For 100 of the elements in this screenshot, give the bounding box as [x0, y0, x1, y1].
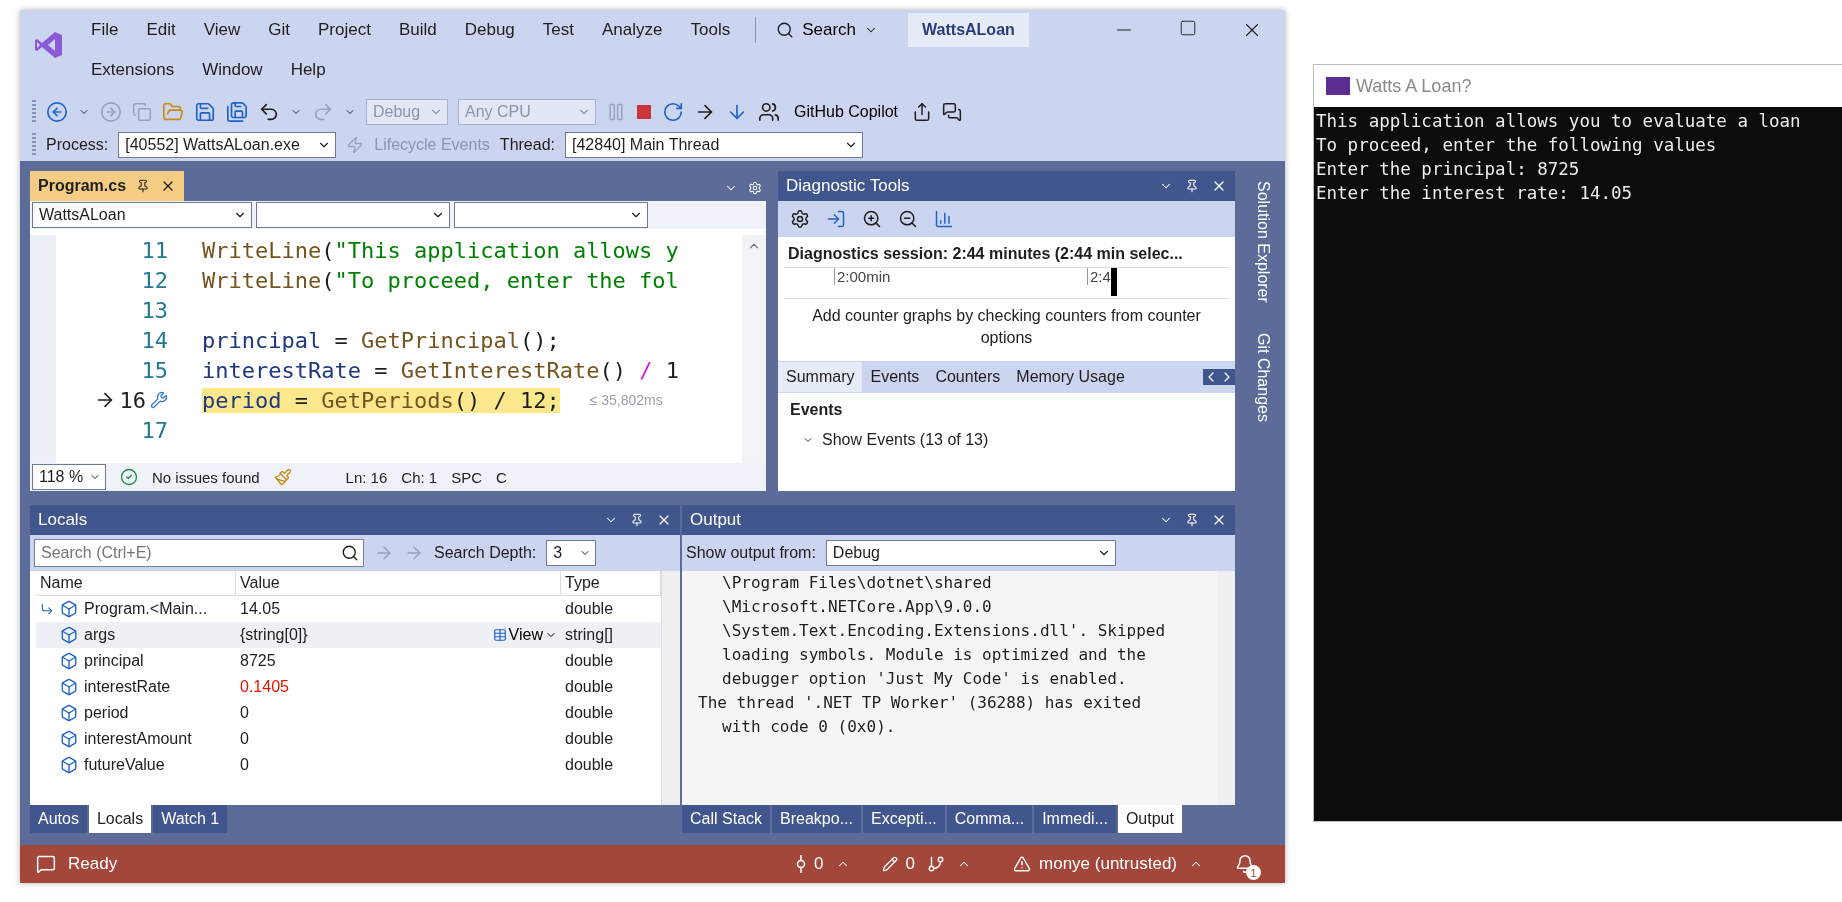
menu-item[interactable]: Test — [529, 16, 587, 44]
code-line: principal = GetPrincipal(); — [202, 327, 560, 353]
field-icon — [60, 600, 78, 618]
tab[interactable]: Counters — [927, 362, 1009, 392]
menu-item[interactable]: File — [78, 16, 132, 44]
view-button[interactable]: View — [492, 626, 557, 644]
pencil-icon — [881, 856, 898, 872]
brush-icon[interactable] — [273, 468, 292, 486]
zoom-dropdown[interactable]: 118 % — [32, 464, 106, 490]
warning-icon — [1013, 855, 1032, 873]
branch-icon[interactable] — [927, 855, 946, 873]
events-heading: Events — [789, 400, 844, 420]
tab[interactable]: Summary — [778, 362, 863, 392]
pane-title: Locals — [38, 510, 88, 530]
tab[interactable]: Call Stack — [682, 805, 771, 833]
stop-icon[interactable] — [636, 103, 652, 120]
line-number: 12 — [141, 267, 168, 293]
save-all-icon[interactable] — [226, 100, 248, 123]
pin-icon[interactable] — [136, 179, 151, 193]
line-indicator: Ln: 16 — [345, 468, 388, 486]
tab[interactable]: Immedi... — [1034, 805, 1116, 833]
menu-item[interactable]: Analyze — [589, 16, 676, 44]
tab[interactable]: Memory Usage — [1008, 362, 1133, 392]
line-number: 15 — [141, 357, 168, 383]
type-cell: string[] — [561, 622, 661, 648]
solution-name: WattsALoan — [908, 13, 1029, 47]
search-field[interactable]: Search (Ctrl+E) — [39, 543, 341, 563]
copilot-button[interactable]: GitHub Copilot — [790, 100, 903, 123]
tab[interactable]: Comma... — [946, 805, 1033, 833]
menu-item[interactable]: Help — [277, 56, 339, 84]
timeline-marker — [1110, 268, 1117, 296]
field-icon — [60, 704, 78, 722]
name-cell[interactable]: args — [36, 622, 236, 648]
scrollbar[interactable] — [742, 235, 766, 463]
message-icon[interactable] — [36, 854, 56, 874]
restart-icon[interactable] — [662, 100, 684, 123]
chart-icon[interactable] — [934, 209, 954, 229]
pin-icon[interactable] — [630, 513, 644, 527]
document-tab[interactable]: Program.cs — [30, 171, 185, 201]
menu-item[interactable]: Debug — [451, 16, 528, 44]
tab[interactable]: Excepti... — [862, 805, 945, 833]
feedback-icon[interactable] — [942, 101, 963, 122]
changes-indicator[interactable]: 0 — [881, 854, 916, 874]
column-indicator: Ch: 1 — [401, 468, 438, 486]
app-logo-icon — [34, 30, 64, 60]
code-line: WriteLine("To proceed, enter the fol — [202, 267, 679, 293]
commit-icon — [796, 855, 807, 873]
menu-item[interactable]: Extensions — [78, 56, 188, 84]
field-icon — [60, 626, 78, 644]
output-source-dropdown[interactable]: Debug — [825, 540, 1116, 566]
commits-indicator[interactable]: 0 — [796, 854, 824, 874]
search-icon — [776, 21, 795, 39]
menu-item[interactable]: Edit — [133, 16, 189, 44]
side-tab[interactable]: Git Changes — [1254, 332, 1272, 422]
show-events-link[interactable]: Show Events (13 of 13) — [778, 427, 1235, 453]
thread-dropdown[interactable]: [42840] Main Thread — [565, 131, 863, 158]
pin-icon[interactable] — [1185, 179, 1199, 193]
issues-status: No issues found — [152, 468, 260, 486]
settings-icon[interactable] — [790, 209, 810, 229]
output-source-label: Show output from: — [686, 544, 816, 562]
zoom-in-icon[interactable] — [862, 209, 882, 229]
tab[interactable]: Locals — [88, 805, 152, 833]
window-title: Watts A Loan? — [1356, 75, 1472, 97]
maximize-icon[interactable] — [1179, 19, 1197, 37]
code-line: WriteLine("This application allows y — [202, 237, 679, 263]
search-box[interactable]: Search (Ctrl+E) — [34, 539, 364, 567]
search-button[interactable]: Search — [768, 16, 887, 44]
tab[interactable]: Autos — [30, 805, 87, 833]
export-icon[interactable] — [826, 209, 846, 229]
process-dropdown[interactable]: [40552] WattsALoan.exe — [118, 131, 337, 158]
account-indicator[interactable]: monye (untrusted) — [1013, 854, 1177, 874]
type-dropdown[interactable] — [256, 202, 450, 228]
menu-item[interactable]: Window — [189, 56, 276, 84]
project-dropdown[interactable]: WattsALoan — [32, 202, 252, 228]
tab[interactable]: Watch 1 — [153, 805, 228, 833]
scrollbar[interactable] — [1217, 571, 1235, 805]
menu-item[interactable]: Git — [255, 16, 303, 44]
menu-item[interactable]: Tools — [677, 16, 744, 44]
back-icon[interactable] — [46, 100, 68, 123]
session-info: Diagnostics session: 2:44 minutes (2:44 min selec... — [787, 244, 1184, 264]
line-ending-indicator: C — [496, 468, 507, 486]
zoom-out-icon[interactable] — [898, 209, 918, 229]
counter-message: Add counter graphs by checking counters from counter options — [811, 306, 1202, 348]
field-icon — [60, 756, 78, 774]
status-message: Ready — [68, 854, 118, 874]
member-dropdown[interactable] — [454, 202, 648, 228]
tab[interactable]: Events — [862, 362, 928, 392]
scrollbar[interactable] — [662, 571, 680, 805]
menu-item[interactable]: Project — [305, 16, 384, 44]
side-tab[interactable]: Solution Explorer — [1254, 181, 1272, 303]
save-icon[interactable] — [194, 100, 216, 123]
value-cell: {string[0]} View — [236, 622, 561, 648]
grid-icon — [492, 628, 507, 642]
tab[interactable]: Output — [1117, 805, 1182, 833]
pin-icon[interactable] — [1185, 513, 1199, 527]
tab[interactable]: Breakpo... — [772, 805, 861, 833]
check-icon — [120, 468, 138, 486]
menu-item[interactable]: Build — [385, 16, 450, 44]
menu-item[interactable]: View — [190, 16, 254, 44]
search-depth-dropdown[interactable]: 3 — [546, 540, 597, 566]
